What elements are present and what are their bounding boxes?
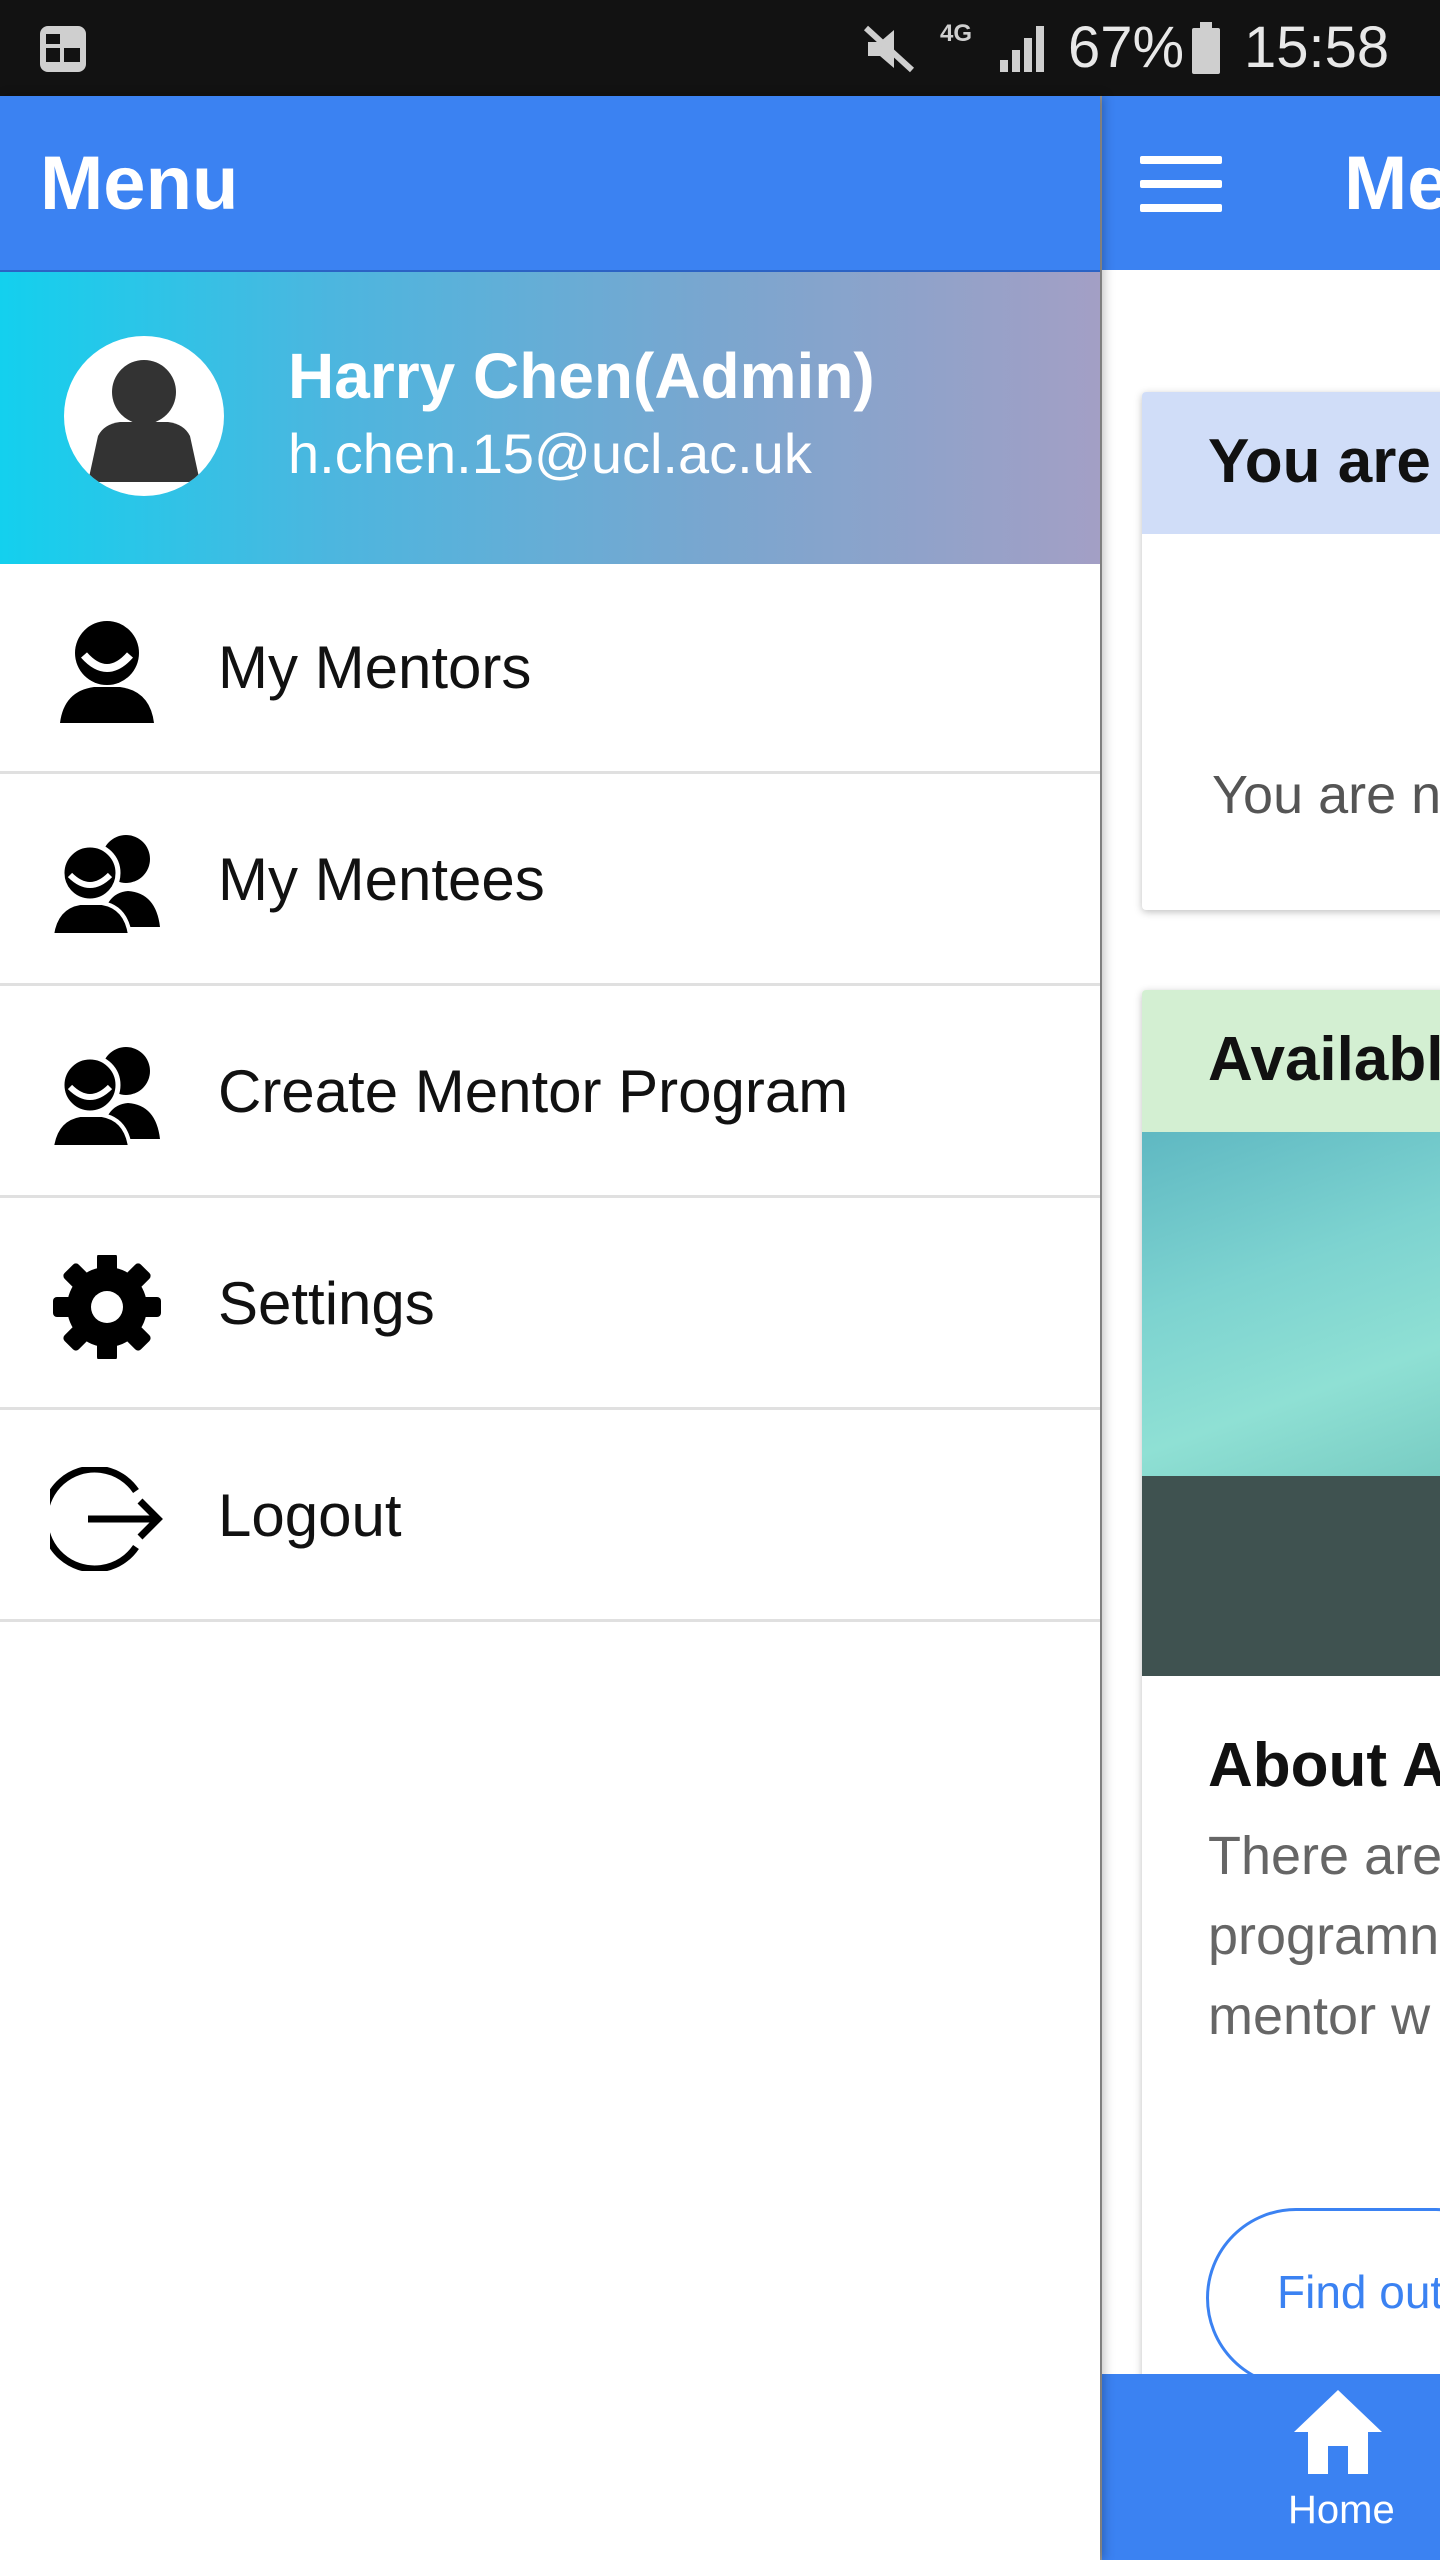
battery-icon — [1192, 22, 1220, 74]
available-card-header: Available — [1142, 990, 1440, 1132]
app-notification-icon — [40, 26, 86, 72]
gear-icon — [53, 1255, 161, 1359]
menu-item-create-mentor-program[interactable]: Create Mentor Program — [0, 988, 1100, 1198]
signal-icon — [1000, 26, 1044, 72]
profile-email: h.chen.15@ucl.ac.uk — [288, 422, 812, 485]
menu-label-my-mentees: My Mentees — [218, 846, 545, 913]
avatar[interactable] — [64, 336, 224, 496]
profile-header: Harry Chen(Admin) h.chen.15@ucl.ac.uk — [0, 272, 1100, 564]
clock: 15:58 — [1244, 15, 1390, 80]
menu-label-settings: Settings — [218, 1270, 435, 1337]
menu-item-my-mentors[interactable]: My Mentors — [0, 564, 1100, 774]
program-banner-image — [1142, 1132, 1440, 1476]
home-icon[interactable] — [1290, 2384, 1386, 2480]
menu-label-create-mentor-program: Create Mentor Program — [218, 1058, 849, 1125]
hamburger-menu-icon[interactable] — [1140, 156, 1222, 214]
people-icon — [50, 1047, 160, 1147]
menu-item-settings[interactable]: Settings — [0, 1200, 1100, 1410]
main-title: Me — [1344, 141, 1440, 226]
battery-percent: 67% — [1068, 15, 1185, 80]
status-bar: 4G 67% 15:58 — [0, 0, 1440, 96]
program-description: There are programn mentor w — [1208, 1826, 1440, 2046]
program-banner-shade — [1142, 1476, 1440, 1676]
available-program-card: Available About A There are programn men… — [1142, 990, 1440, 2450]
profile-name: Harry Chen(Admin) — [288, 340, 875, 412]
navigation-drawer: Menu Harry Chen(Admin) h.chen.15@ucl.ac.… — [0, 96, 1100, 2560]
user-silhouette-icon — [88, 360, 200, 482]
logout-icon — [50, 1467, 163, 1571]
main-screen: Me You are You are n Available About A T… — [1100, 96, 1440, 2560]
home-nav-label[interactable]: Home — [1288, 2488, 1395, 2533]
status-card: You are You are n — [1142, 392, 1440, 910]
program-title: About A — [1208, 1731, 1440, 1800]
people-icon — [50, 835, 160, 935]
find-out-button[interactable]: Find out — [1206, 2208, 1440, 2388]
menu-item-logout[interactable]: Logout — [0, 1412, 1100, 1622]
drawer-title: Menu — [40, 141, 239, 226]
mute-icon — [863, 25, 915, 73]
person-icon — [60, 621, 154, 723]
menu-label-logout: Logout — [218, 1482, 402, 1549]
bottom-navigation: Home — [1102, 2374, 1440, 2560]
menu-label-my-mentors: My Mentors — [218, 634, 532, 701]
menu-item-my-mentees[interactable]: My Mentees — [0, 776, 1100, 986]
status-card-header: You are — [1142, 392, 1440, 534]
status-card-body: You are n — [1212, 765, 1440, 825]
drawer-header-bar: Menu — [0, 96, 1100, 272]
main-app-bar: Me — [1102, 96, 1440, 270]
network-type: 4G — [940, 20, 973, 47]
